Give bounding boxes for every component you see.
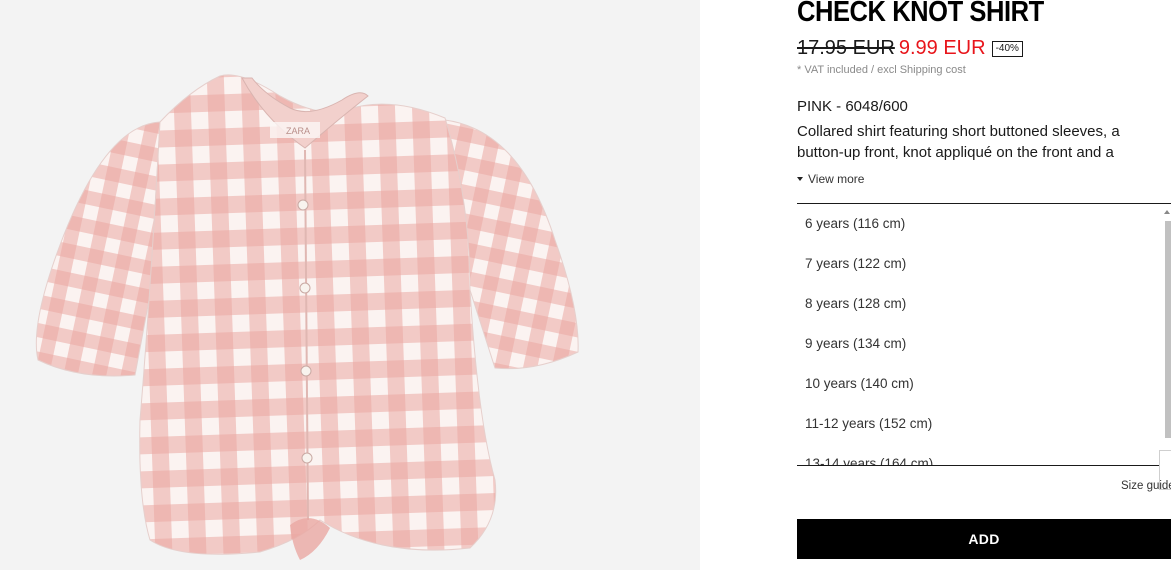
discount-badge: -40%	[991, 41, 1023, 57]
sale-price: 9.99 EUR	[898, 37, 986, 59]
product-title: CHECK KNOT SHIRT	[797, 0, 1044, 28]
product-description: Collared shirt featuring short buttoned …	[797, 123, 1120, 161]
product-info-panel: CHECK KNOT SHIRT 17.95 EUR 9.99 EUR -40% *…	[797, 0, 1171, 570]
shirt-illustration: ZARA	[35, 74, 579, 560]
size-option[interactable]: 7 years (122 cm)	[805, 256, 906, 271]
view-more-link[interactable]: View more	[797, 172, 864, 186]
price-row: 17.95 EUR 9.99 EUR -40%	[797, 37, 1023, 60]
size-option[interactable]: 6 years (116 cm)	[805, 216, 905, 231]
add-to-cart-button[interactable]: ADD	[797, 519, 1171, 559]
old-price: 17.95 EUR	[797, 37, 895, 59]
vat-note: * VAT included / excl Shipping cost	[797, 64, 966, 76]
size-option[interactable]: 11-12 years (152 cm)	[805, 416, 932, 431]
size-list-scrollbar[interactable]	[1164, 204, 1171, 465]
size-option[interactable]: 9 years (134 cm)	[805, 336, 906, 351]
svg-text:ZARA: ZARA	[286, 126, 310, 136]
caret-down-icon	[797, 177, 803, 181]
size-selector[interactable]: 6 years (116 cm) 7 years (122 cm) 8 year…	[797, 203, 1171, 466]
scroll-up-icon[interactable]	[1164, 210, 1170, 214]
scroll-thumb[interactable]	[1165, 221, 1171, 438]
product-image[interactable]: ZARA	[0, 0, 700, 570]
size-guide-link[interactable]: Size guide	[1121, 480, 1171, 492]
view-more-label: View more	[808, 172, 865, 186]
size-option[interactable]: 10 years (140 cm)	[805, 376, 914, 391]
size-option[interactable]: 13-14 years (164 cm)	[805, 456, 933, 465]
size-option[interactable]: 8 years (128 cm)	[805, 296, 906, 311]
color-reference: PINK - 6048/600	[797, 98, 908, 115]
